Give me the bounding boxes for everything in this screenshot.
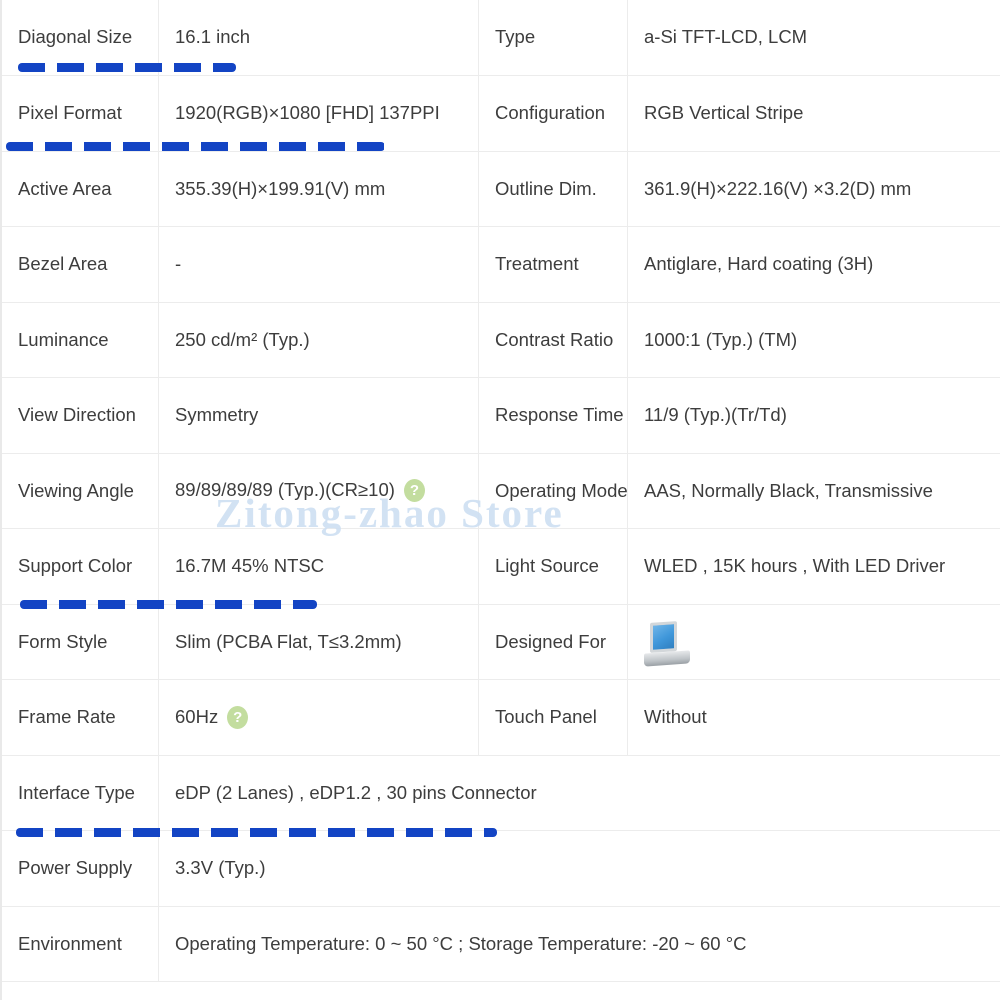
row-value: 355.39(H)×199.91(V) mm: [159, 151, 479, 227]
spec-sheet: Diagonal Size 16.1 inch Type a-Si TFT-LC…: [0, 0, 1000, 1000]
row-label: Environment: [2, 906, 159, 982]
table-row: Luminance 250 cd/m² (Typ.) Contrast Rati…: [2, 302, 1000, 378]
help-icon[interactable]: ?: [227, 706, 248, 729]
row-value: 250 cd/m² (Typ.): [159, 302, 479, 378]
table-row: Interface Type eDP (2 Lanes) , eDP1.2 , …: [2, 755, 1000, 831]
table-row: Frame Rate 60Hz? Touch Panel Without: [2, 680, 1000, 756]
row-label-secondary: Type: [479, 0, 628, 76]
table-row: Form Style Slim (PCBA Flat, T≤3.2mm) Des…: [2, 604, 1000, 680]
specification-table: Diagonal Size 16.1 inch Type a-Si TFT-LC…: [2, 0, 1000, 982]
row-value-secondary: [628, 604, 1000, 680]
row-label: Form Style: [2, 604, 159, 680]
row-label-secondary: Contrast Ratio: [479, 302, 628, 378]
row-label: Viewing Angle: [2, 453, 159, 529]
row-label-secondary: Response Time: [479, 378, 628, 454]
row-label: Diagonal Size: [2, 0, 159, 76]
row-label-secondary: Operating Mode: [479, 453, 628, 529]
table-row: Diagonal Size 16.1 inch Type a-Si TFT-LC…: [2, 0, 1000, 76]
row-value-secondary: WLED , 15K hours , With LED Driver: [628, 529, 1000, 605]
row-value-text: 60Hz: [175, 706, 218, 727]
row-value-secondary: AAS, Normally Black, Transmissive: [628, 453, 1000, 529]
table-row: View Direction Symmetry Response Time 11…: [2, 378, 1000, 454]
row-value: eDP (2 Lanes) , eDP1.2 , 30 pins Connect…: [159, 755, 1000, 831]
row-value-secondary: 361.9(H)×222.16(V) ×3.2(D) mm: [628, 151, 1000, 227]
row-label: Power Supply: [2, 831, 159, 907]
row-value: 16.1 inch: [159, 0, 479, 76]
laptop-base: [644, 650, 690, 666]
row-value: Operating Temperature: 0 ~ 50 °C ; Stora…: [159, 906, 1000, 982]
row-value: 1920(RGB)×1080 [FHD] 137PPI: [159, 76, 479, 152]
row-value-text: 89/89/89/89 (Typ.)(CR≥10): [175, 479, 395, 500]
row-value-secondary: 1000:1 (Typ.) (TM): [628, 302, 1000, 378]
table-row: Viewing Angle 89/89/89/89 (Typ.)(CR≥10)?…: [2, 453, 1000, 529]
row-label-secondary: Treatment: [479, 227, 628, 303]
row-label-secondary: Touch Panel: [479, 680, 628, 756]
row-label-secondary: Light Source: [479, 529, 628, 605]
row-label: View Direction: [2, 378, 159, 454]
row-label: Luminance: [2, 302, 159, 378]
row-value-secondary: Without: [628, 680, 1000, 756]
table-row: Pixel Format 1920(RGB)×1080 [FHD] 137PPI…: [2, 76, 1000, 152]
row-label: Frame Rate: [2, 680, 159, 756]
row-label-secondary: Outline Dim.: [479, 151, 628, 227]
row-value: Symmetry: [159, 378, 479, 454]
laptop-icon: [644, 622, 690, 666]
row-label: Interface Type: [2, 755, 159, 831]
table-row: Active Area 355.39(H)×199.91(V) mm Outli…: [2, 151, 1000, 227]
table-row: Environment Operating Temperature: 0 ~ 5…: [2, 906, 1000, 982]
row-label-secondary: Designed For: [479, 604, 628, 680]
row-label: Active Area: [2, 151, 159, 227]
laptop-screen: [650, 621, 677, 653]
row-value-secondary: 11/9 (Typ.)(Tr/Td): [628, 378, 1000, 454]
row-value-secondary: RGB Vertical Stripe: [628, 76, 1000, 152]
row-label-secondary: Configuration: [479, 76, 628, 152]
help-icon[interactable]: ?: [404, 479, 425, 502]
row-value: -: [159, 227, 479, 303]
row-value-secondary: Antiglare, Hard coating (3H): [628, 227, 1000, 303]
row-value: 16.7M 45% NTSC: [159, 529, 479, 605]
row-value-secondary: a-Si TFT-LCD, LCM: [628, 0, 1000, 76]
row-label: Bezel Area: [2, 227, 159, 303]
table-row: Power Supply 3.3V (Typ.): [2, 831, 1000, 907]
table-row: Bezel Area - Treatment Antiglare, Hard c…: [2, 227, 1000, 303]
row-value: Slim (PCBA Flat, T≤3.2mm): [159, 604, 479, 680]
row-label: Support Color: [2, 529, 159, 605]
table-row: Support Color 16.7M 45% NTSC Light Sourc…: [2, 529, 1000, 605]
row-label: Pixel Format: [2, 76, 159, 152]
row-value: 89/89/89/89 (Typ.)(CR≥10)?: [159, 453, 479, 529]
row-value: 3.3V (Typ.): [159, 831, 1000, 907]
row-value: 60Hz?: [159, 680, 479, 756]
spec-table-body: Diagonal Size 16.1 inch Type a-Si TFT-LC…: [2, 0, 1000, 982]
